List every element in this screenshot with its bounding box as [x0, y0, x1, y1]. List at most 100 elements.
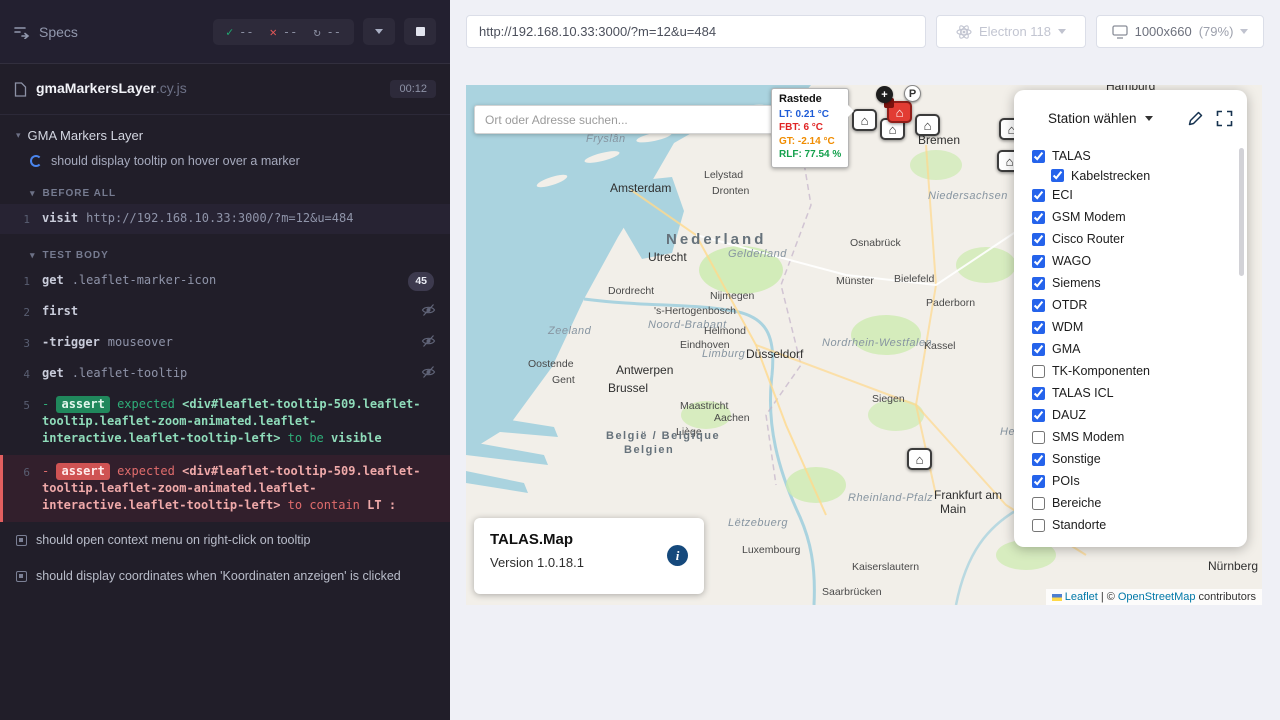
map-label: Main: [940, 502, 966, 516]
spec-header[interactable]: gmaMarkersLayer.cy.js 00:12: [0, 64, 450, 115]
station-filter-checkbox[interactable]: [1032, 431, 1045, 444]
browser-selector[interactable]: Electron 118: [936, 15, 1086, 48]
panel-scrollbar[interactable]: [1239, 148, 1244, 276]
station-filter-checkbox[interactable]: [1032, 299, 1045, 312]
app-version: Version 1.0.18.1: [490, 555, 688, 570]
viewport-selector[interactable]: 1000x660 (79%): [1096, 15, 1264, 48]
station-filter-item[interactable]: GSM Modem: [1032, 206, 1231, 228]
search-input[interactable]: [474, 105, 776, 134]
map-control-P[interactable]: P: [904, 85, 921, 102]
map-label: Kaiserslautern: [852, 561, 919, 573]
station-filter-checkbox[interactable]: [1032, 409, 1045, 422]
station-filter-checkbox[interactable]: [1032, 233, 1045, 246]
spec-extension: .cy.js: [156, 80, 187, 96]
map-control-+[interactable]: +: [876, 86, 893, 103]
leaflet-map[interactable]: HamburgFryslânBremenNiedersachsenHannove…: [466, 85, 1262, 605]
station-filter-item[interactable]: Cisco Router: [1032, 228, 1231, 250]
map-marker[interactable]: ⌂: [915, 114, 940, 136]
spec-duration: 00:12: [390, 80, 436, 98]
test-body-section[interactable]: ▾ TEST BODY: [0, 234, 450, 266]
osm-link[interactable]: OpenStreetMap: [1118, 591, 1196, 603]
assert-row-failed[interactable]: 6 - assert expected <div#leaflet-tooltip…: [0, 455, 450, 522]
station-filter-item[interactable]: WDM: [1032, 316, 1231, 338]
map-label: Bielefeld: [894, 273, 934, 285]
pending-test-row[interactable]: should open context menu on right-click …: [0, 522, 450, 558]
station-filter-checkbox[interactable]: [1032, 211, 1045, 224]
station-filter-item[interactable]: Standorte: [1032, 514, 1231, 536]
station-filter-item[interactable]: GMA: [1032, 338, 1231, 360]
station-filter-item[interactable]: SMS Modem: [1032, 426, 1231, 448]
map-marker[interactable]: ⌂: [907, 448, 932, 470]
station-filter-label: SMS Modem: [1052, 430, 1124, 444]
suite-title: GMA Markers Layer: [28, 128, 144, 143]
specs-menu[interactable]: Specs: [14, 24, 78, 40]
expand-icon[interactable]: [1216, 110, 1233, 127]
station-filter-checkbox[interactable]: [1032, 343, 1045, 356]
assert-row-passed[interactable]: 5 - assert expected <div#leaflet-tooltip…: [0, 390, 450, 453]
station-filter-checkbox[interactable]: [1032, 387, 1045, 400]
collapse-caret-icon: ▾: [16, 130, 21, 141]
station-filter-checkbox[interactable]: [1032, 189, 1045, 202]
station-filter-item[interactable]: OTDR: [1032, 294, 1231, 316]
map-label: Siegen: [872, 393, 905, 405]
pending-icon: ↻: [313, 25, 320, 39]
map-search[interactable]: [474, 105, 776, 134]
map-marker[interactable]: ⌂: [852, 109, 877, 131]
command-name: first: [42, 304, 78, 318]
station-filter-item[interactable]: ECI: [1032, 184, 1231, 206]
test-box-icon: [16, 571, 27, 582]
station-filter-checkbox[interactable]: [1051, 169, 1064, 182]
map-marker-alert[interactable]: ⌂: [887, 101, 912, 123]
station-checkbox-list: TALASKabelstreckenECIGSM ModemCisco Rout…: [1014, 127, 1247, 536]
station-filter-item[interactable]: WAGO: [1032, 250, 1231, 272]
pending-test-row[interactable]: should display coordinates when 'Koordin…: [0, 558, 450, 594]
collapse-button[interactable]: [363, 18, 395, 45]
station-filter-label: WAGO: [1052, 254, 1091, 268]
command-number: 5: [0, 396, 42, 447]
map-label: Nürnberg: [1208, 559, 1258, 573]
before-all-section[interactable]: ▾ BEFORE ALL: [0, 172, 450, 204]
command-row[interactable]: 1 get.leaflet-marker-icon 45: [0, 266, 450, 297]
attribution-separator: | ©: [1101, 591, 1115, 603]
station-filter-checkbox[interactable]: [1032, 475, 1045, 488]
info-icon[interactable]: i: [667, 545, 688, 566]
command-row[interactable]: 2 first: [0, 297, 450, 328]
station-filter-item[interactable]: DAUZ: [1032, 404, 1231, 426]
station-filter-item[interactable]: Sonstige: [1032, 448, 1231, 470]
active-test-row[interactable]: should display tooltip on hover over a m…: [0, 147, 450, 172]
url-input[interactable]: http://192.168.10.33:3000/?m=12&u=484: [466, 15, 926, 48]
station-filter-checkbox[interactable]: [1032, 321, 1045, 334]
chevron-down-icon[interactable]: [1145, 116, 1153, 121]
station-filter-item[interactable]: TK-Komponenten: [1032, 360, 1231, 382]
station-filter-checkbox[interactable]: [1032, 365, 1045, 378]
station-filter-item[interactable]: TALAS: [1032, 145, 1231, 167]
station-filter-item[interactable]: POIs: [1032, 470, 1231, 492]
station-filter-checkbox[interactable]: [1032, 150, 1045, 163]
command-row[interactable]: 3 -triggermouseover: [0, 328, 450, 359]
marker-tooltip[interactable]: Rastede LT: 0.21 °CFBT: 6 °CGT: -2.14 °C…: [771, 88, 849, 168]
station-filter-label: Bereiche: [1052, 496, 1101, 510]
station-filter-checkbox[interactable]: [1032, 255, 1045, 268]
stop-button[interactable]: [404, 18, 436, 45]
assert-dash: -: [42, 397, 49, 411]
failed-count: --: [283, 25, 297, 39]
command-visit[interactable]: 1 visithttp://192.168.10.33:3000/?m=12&u…: [0, 204, 450, 234]
station-filter-item[interactable]: Siemens: [1032, 272, 1231, 294]
map-label: Zeeland: [548, 325, 591, 337]
map-label: Amsterdam: [610, 181, 671, 195]
station-filter-checkbox[interactable]: [1032, 519, 1045, 532]
station-filter-checkbox[interactable]: [1032, 453, 1045, 466]
leaflet-link[interactable]: Leaflet: [1065, 591, 1098, 603]
map-label: Münster: [836, 275, 874, 287]
app-pane: http://192.168.10.33:3000/?m=12&u=484 El…: [450, 0, 1280, 720]
specs-label: Specs: [39, 24, 78, 40]
station-filter-item[interactable]: Bereiche: [1032, 492, 1231, 514]
edit-pencil-icon[interactable]: [1187, 110, 1204, 127]
station-filter-item[interactable]: Kabelstrecken: [1051, 167, 1231, 184]
station-filter-checkbox[interactable]: [1032, 497, 1045, 510]
station-filter-item[interactable]: TALAS ICL: [1032, 382, 1231, 404]
station-filter-checkbox[interactable]: [1032, 277, 1045, 290]
suite-row[interactable]: ▾ GMA Markers Layer: [0, 115, 450, 147]
command-row[interactable]: 4 get.leaflet-tooltip: [0, 359, 450, 390]
station-filter-label: WDM: [1052, 320, 1083, 334]
